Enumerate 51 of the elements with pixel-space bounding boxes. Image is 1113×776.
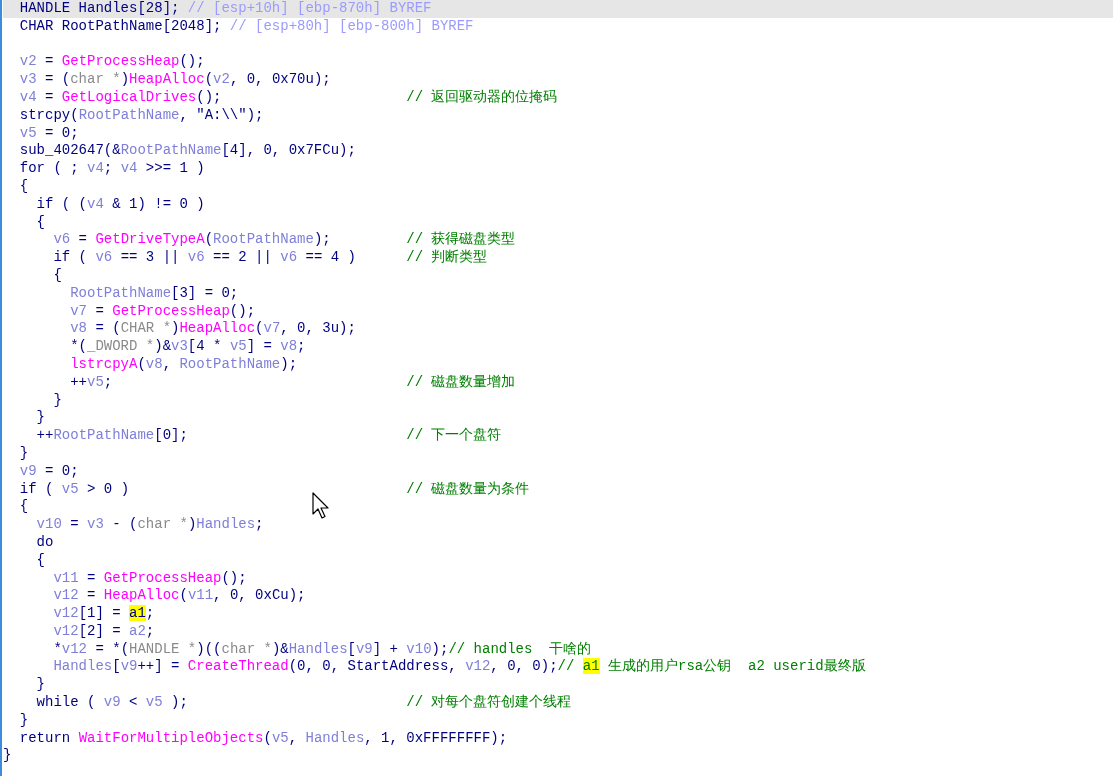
code-line: do xyxy=(35,533,54,550)
code-line: if ( v6 == 3 || v6 == 2 || v6 == 4 ) xyxy=(52,249,356,266)
code-line: } xyxy=(18,444,29,461)
code-line: lstrcpyA(v8, RootPathName); xyxy=(69,355,298,372)
code-comment: // 判断类型 xyxy=(406,249,488,267)
code-line: CHAR RootPathName[2048]; // [esp+80h] [ebp-800h] BYREF xyxy=(18,17,474,34)
code-line: v11 = GetProcessHeap(); xyxy=(52,569,247,586)
code-comment: // 磁盘数量增加 xyxy=(406,373,516,392)
code-line: sub_402647(&RootPathName[4], 0, 0x7FCu); xyxy=(18,142,356,159)
code-line: v7 = GetProcessHeap(); xyxy=(69,302,256,319)
code-line: { xyxy=(18,177,29,194)
code-line: { xyxy=(52,266,62,283)
code-line: v9 = 0; xyxy=(18,462,79,479)
code-comment: // 对每个盘符创建个线程 xyxy=(406,694,572,712)
code-line: v8 = (CHAR *)HeapAlloc(v7, 0, 3u); xyxy=(69,320,356,337)
code-line: *(_DWORD *)&v3[4 * v5] = v8; xyxy=(69,338,306,355)
code-line: { xyxy=(35,213,45,230)
code-comment: // handles 干啥的 xyxy=(448,640,592,659)
code-line: Handles[v9++] = CreateThread(0, 0, StartAddress, v12, 0, 0); xyxy=(52,658,558,675)
code-comment: // 获得磁盘类型 xyxy=(406,231,516,249)
code-comment: // 返回驱动器的位掩码 xyxy=(406,89,558,107)
code-line: { xyxy=(35,551,45,568)
code-line: v12 = HeapAlloc(v11, 0, 0xCu); xyxy=(52,587,306,604)
code-line: v3 = (char *)HeapAlloc(v2, 0, 0x70u); xyxy=(18,71,331,88)
code-line: v5 = 0; xyxy=(18,124,79,141)
code-line: } xyxy=(18,711,29,728)
code-line: ++v5; xyxy=(69,373,113,390)
code-comment: // 下一个盘符 xyxy=(406,427,502,445)
code-comment: // a1 生成的用户rsa公钥 a2 userid最终版 xyxy=(557,658,866,677)
code-line: *v12 = *(HANDLE *)((char *)&Handles[v9] + v10); xyxy=(52,640,449,657)
code-line: if ( v5 > 0 ) xyxy=(18,480,130,497)
code-line: RootPathName[3] = 0; xyxy=(69,284,239,301)
code-line: } xyxy=(3,747,12,764)
code-line: return WaitForMultipleObjects(v5, Handles, 1, 0xFFFFFFFF); xyxy=(18,729,508,746)
code-line: strcpy(RootPathName, "A:\\"); xyxy=(18,106,264,123)
code-line: } xyxy=(35,409,45,426)
code-line: } xyxy=(35,676,45,693)
code-line: v12[2] = a2; xyxy=(52,622,155,639)
code-comment: // 磁盘数量为条件 xyxy=(406,480,530,499)
code-line: if ( (v4 & 1) != 0 ) xyxy=(35,195,205,212)
code-line: } xyxy=(52,391,62,408)
code-line: ++RootPathName[0]; xyxy=(35,427,188,444)
code-line: v4 = GetLogicalDrives(); xyxy=(18,89,222,105)
code-line: v2 = GetProcessHeap(); xyxy=(18,53,205,70)
mouse-pointer-icon xyxy=(312,492,331,519)
code-line: v10 = v3 - (char *)Handles; xyxy=(35,516,264,533)
code-line: { xyxy=(18,498,29,515)
code-line: for ( ; v4; v4 >>= 1 ) xyxy=(18,160,205,177)
code-line: v6 = GetDriveTypeA(RootPathName); xyxy=(52,231,331,248)
code-line: HANDLE Handles[28]; // [esp+10h] [ebp-870h] BYREF xyxy=(18,0,432,16)
code-line: while ( v9 < v5 ); xyxy=(35,694,188,711)
